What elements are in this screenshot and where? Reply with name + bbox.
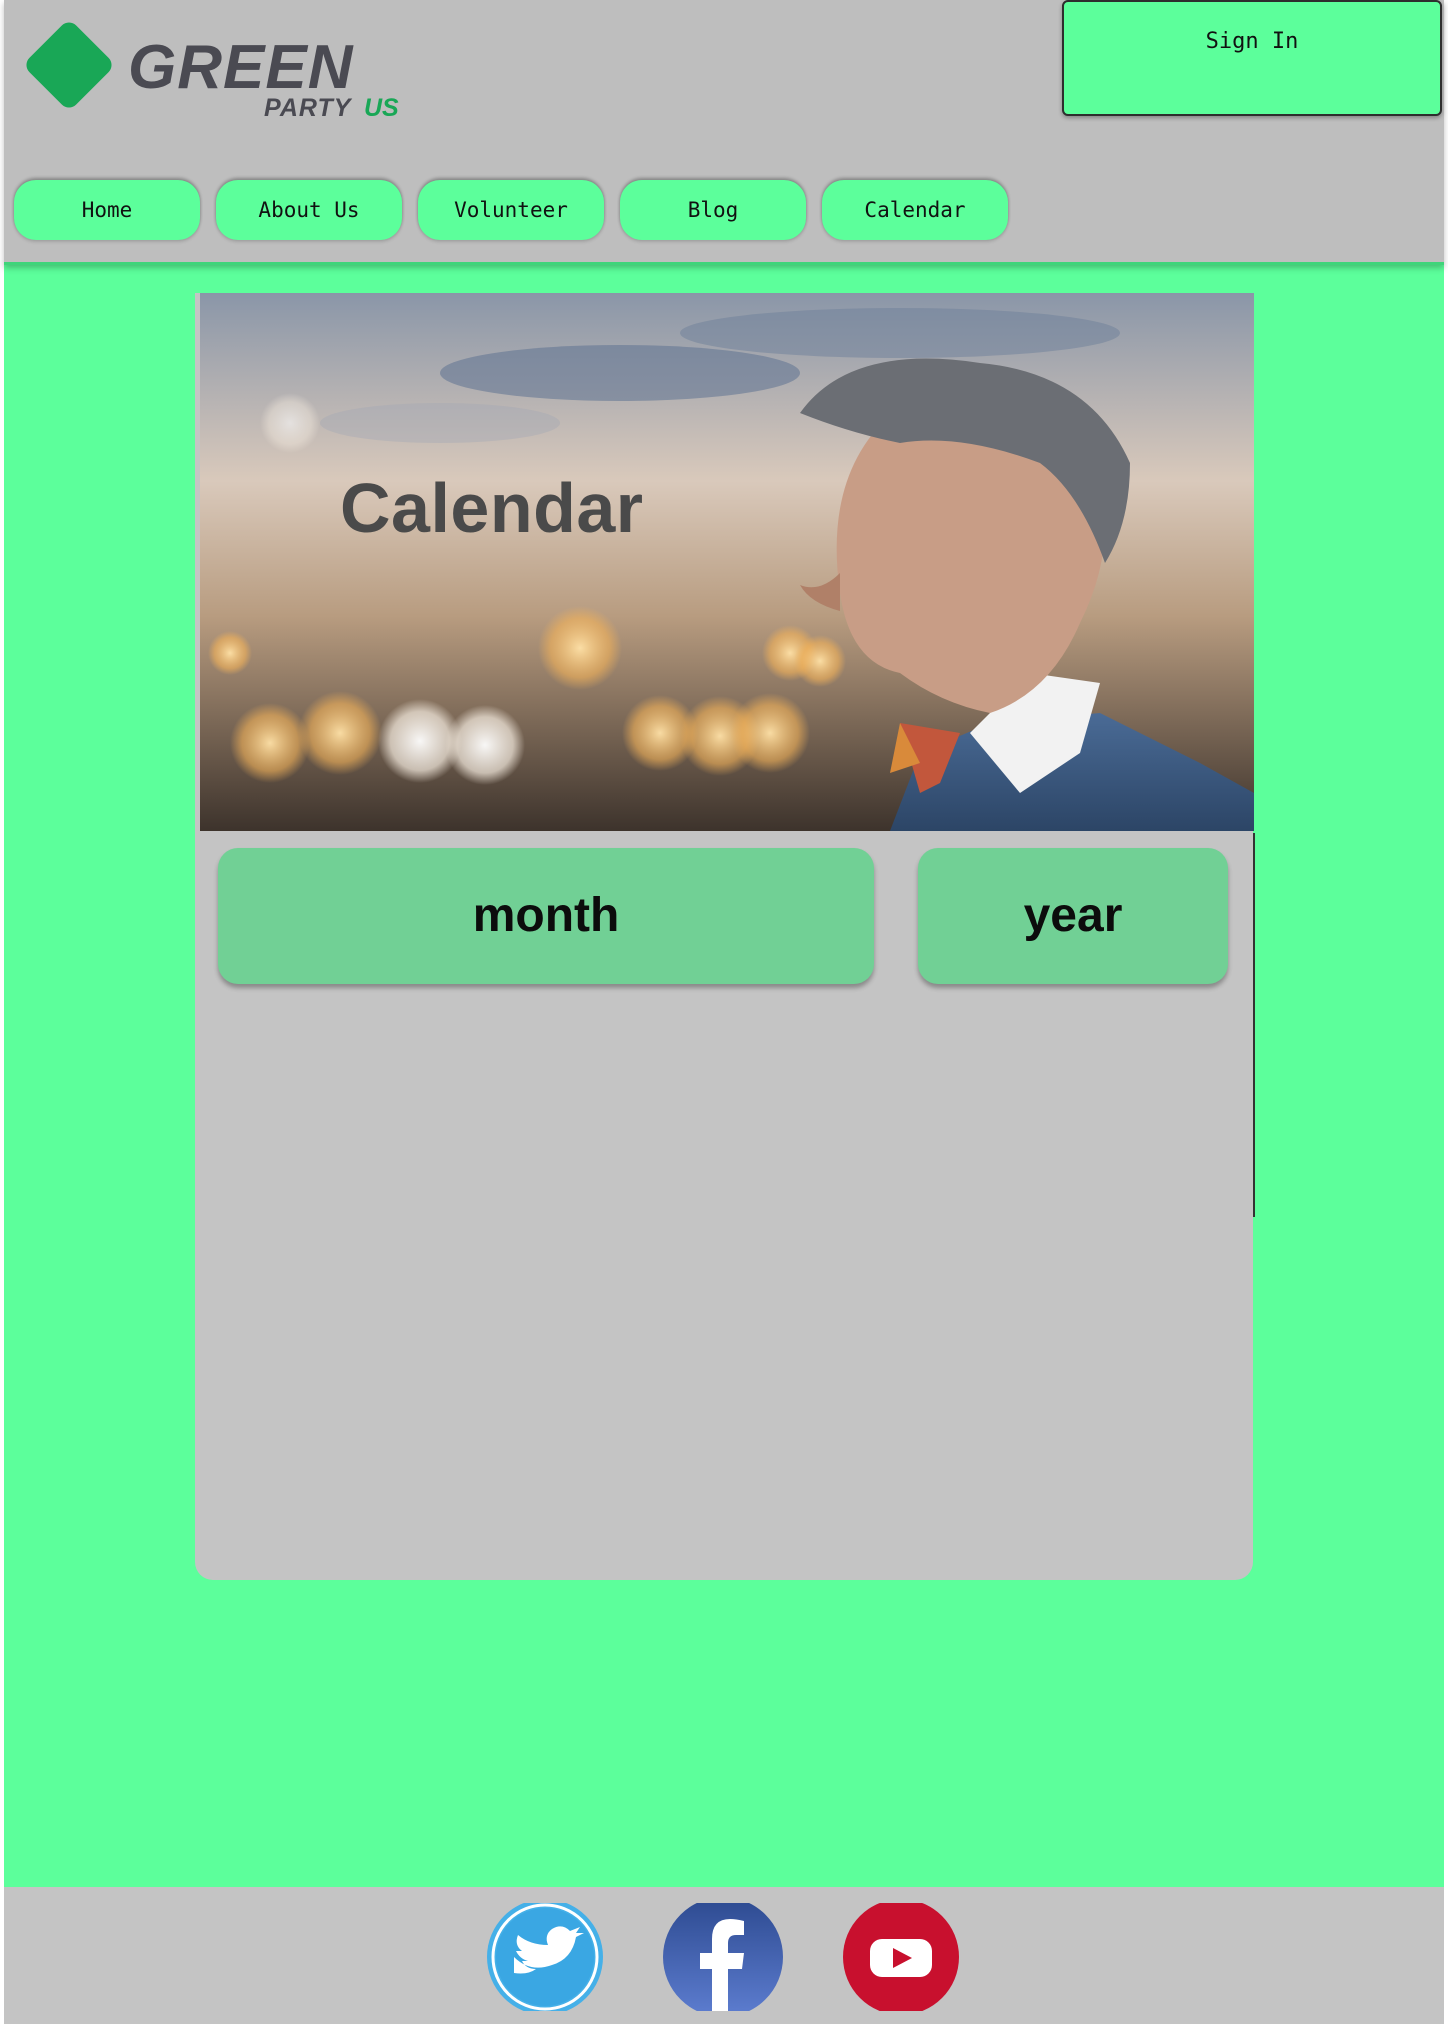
year-view-button[interactable]: year xyxy=(918,848,1228,984)
logo-diamond-icon xyxy=(26,22,112,108)
calendar-content-area xyxy=(195,1003,1253,1563)
page-title: Calendar xyxy=(340,469,644,547)
facebook-icon[interactable] xyxy=(662,1903,784,2011)
youtube-icon[interactable] xyxy=(840,1903,962,2011)
hero-banner: Calendar xyxy=(200,293,1254,831)
logo-word-green: GREEN xyxy=(128,33,354,102)
site-footer xyxy=(4,1887,1444,2024)
nav-item-calendar[interactable]: Calendar xyxy=(822,180,1008,240)
sign-in-button[interactable]: Sign In xyxy=(1062,0,1442,116)
logo-word-us: US xyxy=(364,94,399,122)
nav-item-home[interactable]: Home xyxy=(14,180,200,240)
sign-in-label: Sign In xyxy=(1205,29,1299,54)
calendar-panel: Calendar month year xyxy=(195,293,1255,1580)
logo-word-party: PARTY xyxy=(264,94,353,122)
panel-divider xyxy=(1253,833,1255,1217)
nav-item-volunteer[interactable]: Volunteer xyxy=(418,180,604,240)
page: GREEN PARTY US Sign In Home About Us Vol… xyxy=(4,0,1444,2024)
month-view-button[interactable]: month xyxy=(218,848,874,984)
twitter-icon[interactable] xyxy=(484,1903,606,2011)
nav-item-blog[interactable]: Blog xyxy=(620,180,806,240)
green-party-logo[interactable]: GREEN PARTY US xyxy=(18,14,418,124)
nav-item-about-us[interactable]: About Us xyxy=(216,180,402,240)
hero-photo xyxy=(200,293,1254,831)
site-header: GREEN PARTY US Sign In Home About Us Vol… xyxy=(4,0,1444,265)
